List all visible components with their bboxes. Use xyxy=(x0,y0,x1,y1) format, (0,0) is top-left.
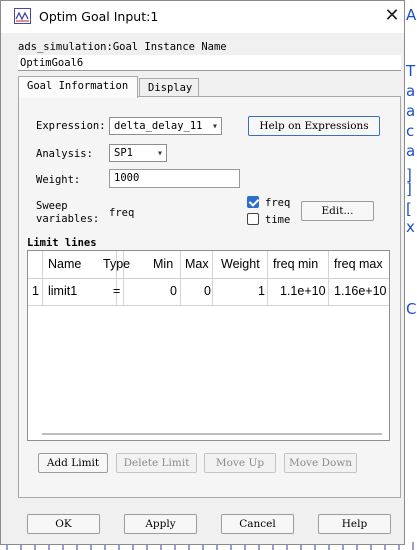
chevron-down-icon: ▾ xyxy=(156,148,163,159)
cell-freq-min[interactable]: 1.1e+10 xyxy=(280,284,326,298)
cell-max[interactable]: 0 xyxy=(204,284,211,298)
expression-value: delta_delay_11 xyxy=(114,120,203,132)
move-up-button[interactable]: Move Up xyxy=(204,453,276,473)
column-divider xyxy=(180,251,181,306)
freq-checkbox-label: freq xyxy=(265,197,291,209)
sweep-label-line2: variables: xyxy=(36,213,100,225)
background-canvas: A T a a c a ] ] [ x C xyxy=(404,0,417,550)
expression-combo[interactable]: delta_delay_11 ▾ xyxy=(109,117,222,135)
sweep-label-line1: Sweep xyxy=(36,200,68,212)
cell-name[interactable]: limit1 xyxy=(48,284,77,298)
tab-goal-information[interactable]: Goal Information xyxy=(18,76,138,98)
instance-name-label: ads_simulation:Goal Instance Name xyxy=(18,41,227,53)
column-header-freq-max[interactable]: freq max xyxy=(334,257,383,271)
horizontal-scrollbar[interactable] xyxy=(42,433,382,435)
cancel-button[interactable]: Cancel xyxy=(221,514,294,534)
time-checkbox-label: time xyxy=(265,214,291,226)
column-header-type[interactable]: Type xyxy=(103,257,130,271)
add-limit-button[interactable]: Add Limit xyxy=(38,453,108,473)
column-divider xyxy=(267,251,268,306)
title-bar: Optim Goal Input:1 ✕ xyxy=(1,1,404,33)
close-icon[interactable]: ✕ xyxy=(381,5,403,27)
freq-checkbox[interactable] xyxy=(247,196,259,208)
analysis-combo[interactable]: SP1 ▾ xyxy=(109,144,167,162)
window-title: Optim Goal Input:1 xyxy=(39,9,159,24)
column-divider xyxy=(42,251,43,306)
column-header-freq-min[interactable]: freq min xyxy=(273,257,318,271)
row-divider xyxy=(28,305,389,306)
chevron-down-icon: ▾ xyxy=(211,121,218,132)
sweep-variables-value: freq xyxy=(109,207,135,219)
analysis-value: SP1 xyxy=(114,147,133,159)
column-header-max[interactable]: Max xyxy=(185,257,209,271)
cell-freq-max[interactable]: 1.16e+10 xyxy=(334,284,386,298)
column-divider xyxy=(328,251,329,306)
apply-button[interactable]: Apply xyxy=(124,514,197,534)
cell-type[interactable]: = xyxy=(113,284,120,298)
row-index: 1 xyxy=(32,284,39,298)
limit-lines-table[interactable]: Name Type Min Max Weight freq min freq m… xyxy=(27,250,390,441)
analysis-label: Analysis: xyxy=(36,148,93,160)
help-button[interactable]: Help xyxy=(318,514,391,534)
delete-limit-button[interactable]: Delete Limit xyxy=(116,453,197,473)
cell-min[interactable]: 0 xyxy=(170,284,177,298)
column-header-name[interactable]: Name xyxy=(48,257,81,271)
expression-label: Expression: xyxy=(36,120,106,132)
time-checkbox[interactable] xyxy=(247,213,259,225)
limit-lines-title: Limit lines xyxy=(27,237,97,249)
weight-field[interactable]: 1000 xyxy=(109,169,240,188)
move-down-button[interactable]: Move Down xyxy=(284,453,357,473)
cell-weight[interactable]: 1 xyxy=(258,284,265,298)
app-icon xyxy=(14,8,31,24)
tab-display[interactable]: Display xyxy=(139,78,199,98)
column-header-weight[interactable]: Weight xyxy=(221,257,260,271)
ok-button[interactable]: OK xyxy=(27,514,100,534)
weight-label: Weight: xyxy=(36,174,81,186)
edit-sweep-button[interactable]: Edit... xyxy=(301,201,374,221)
help-on-expressions-button[interactable]: Help on Expressions xyxy=(248,116,380,136)
column-divider xyxy=(212,251,213,306)
column-header-min[interactable]: Min xyxy=(153,257,173,271)
instance-name-input[interactable] xyxy=(18,55,401,71)
optim-goal-dialog: Optim Goal Input:1 ✕ ads_simulation:Goal… xyxy=(0,0,405,545)
